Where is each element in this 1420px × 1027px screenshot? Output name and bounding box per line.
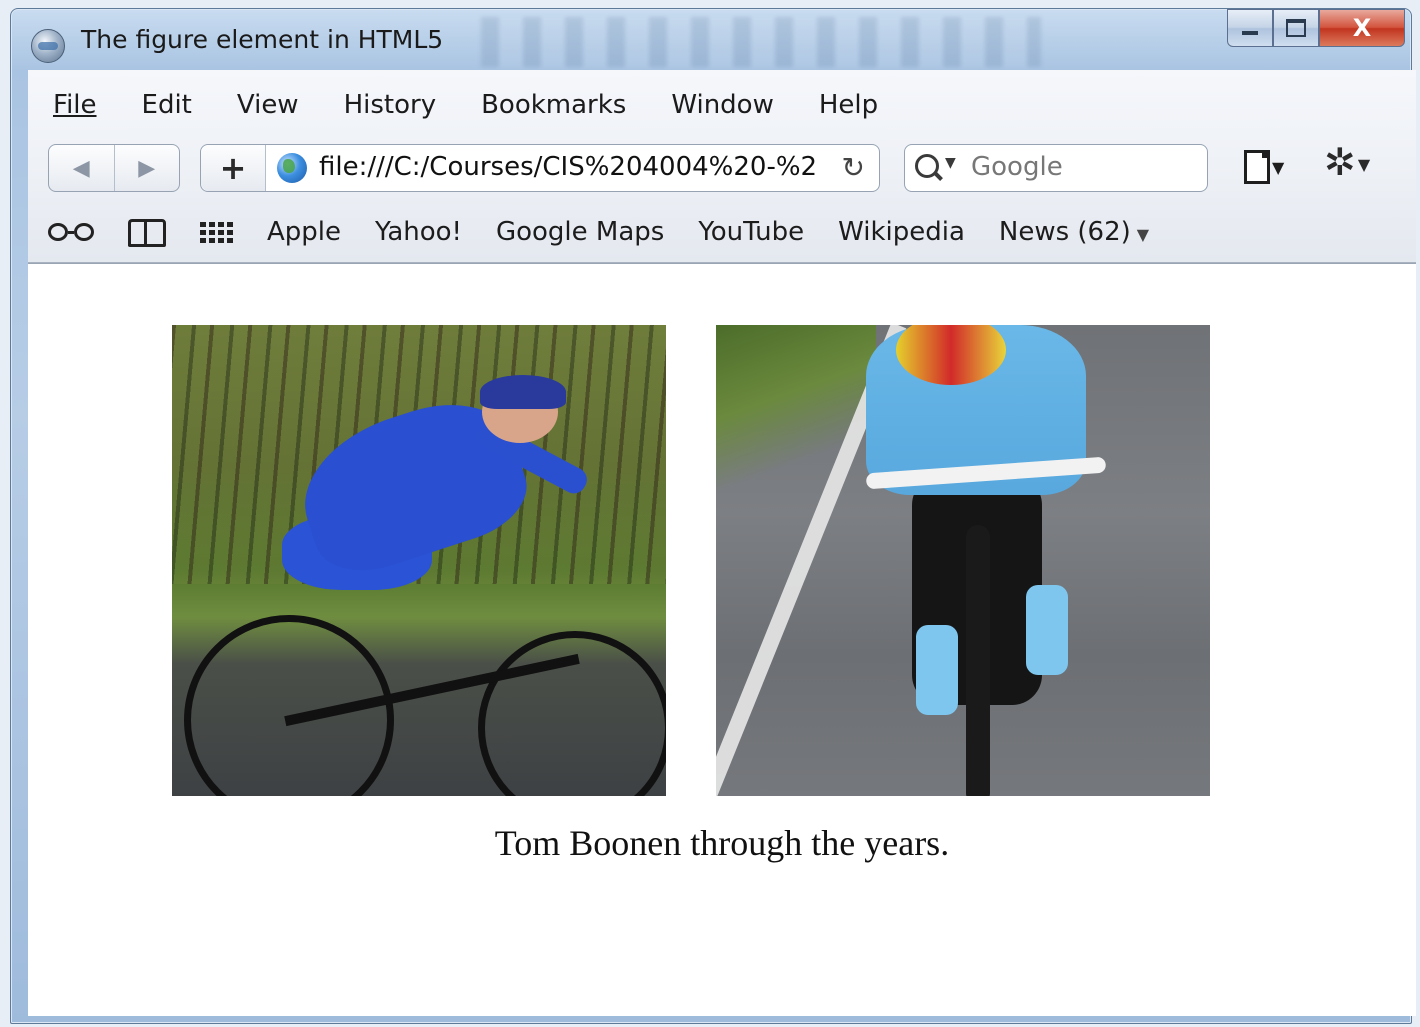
forward-button[interactable]: ▶ [113,145,180,191]
search-input[interactable] [969,151,1193,183]
menu-edit[interactable]: Edit [117,84,212,124]
globe-icon [277,153,307,183]
rider-shoe [916,625,958,715]
menu-window-label: Window [671,90,774,120]
menu-bookmarks[interactable]: Bookmarks [456,84,646,124]
page-icon [1244,150,1270,184]
gear-icon: ✲ [1324,140,1356,184]
chevron-down-icon: ▼ [1272,157,1285,177]
menu-help[interactable]: Help [794,84,898,124]
browser-toolbar-area: File Edit View History Bookmarks Window … [28,70,1416,263]
cyclist-photo-1 [172,325,666,796]
bookmark-news-label: News (62) [998,217,1131,247]
navigation-row: ◀ ▶ + file:///C:/Courses/CIS%204004%20-%… [48,140,1408,194]
title-bar[interactable]: The figure element in HTML5 X [11,9,1411,71]
menu-file[interactable]: File [28,84,117,124]
menu-file-label: File [53,90,97,120]
settings-menu-button[interactable]: ✲ ▼ [1324,140,1370,184]
window-title: The figure element in HTML5 [81,25,444,54]
search-engine-dropdown-icon[interactable]: ▼ [945,155,956,171]
maximize-icon [1286,19,1306,37]
bookmark-apple[interactable]: Apple [267,217,341,247]
bookmarks-bar: Apple Yahoo! Google Maps YouTube Wikiped… [48,210,1408,254]
back-button[interactable]: ◀ [49,145,114,191]
chevron-down-icon: ▼ [1136,225,1150,244]
window-controls: X [1227,9,1405,49]
reading-list-icon[interactable] [48,223,94,241]
url-text[interactable]: file:///C:/Courses/CIS%204004%20-%2 [319,152,829,182]
reload-icon: ↻ [841,151,865,184]
rider-shoe [1026,585,1068,675]
forward-arrow-icon: ▶ [138,155,156,181]
browser-app-icon [31,29,65,63]
bookmark-news[interactable]: News (62) ▼ [999,217,1149,247]
roadside-grass [716,325,876,505]
cyclist-photo-2 [716,325,1210,796]
back-arrow-icon: ◀ [72,155,90,181]
menu-window[interactable]: Window [646,84,794,124]
add-bookmark-button[interactable]: + [201,145,266,191]
chevron-down-icon: ▼ [1357,155,1371,174]
menu-history-label: History [343,90,437,120]
back-forward-group: ◀ ▶ [48,144,180,192]
bike-wheel [966,525,990,796]
address-bar[interactable]: + file:///C:/Courses/CIS%204004%20-%2 ↻ [200,144,880,192]
bookmark-yahoo[interactable]: Yahoo! [375,217,462,247]
top-sites-grid-icon[interactable] [200,221,233,243]
rider-helmet [480,375,566,409]
maximize-button[interactable] [1273,9,1319,47]
search-icon [915,154,939,178]
plus-icon: + [219,149,247,187]
figure-caption: Tom Boonen through the years. [494,823,950,863]
page-menu-button[interactable]: ▼ [1244,146,1284,184]
bookmark-google-maps[interactable]: Google Maps [496,217,664,247]
bookmark-youtube[interactable]: YouTube [698,217,804,247]
search-box[interactable]: ▼ [904,144,1208,192]
title-bar-background [481,17,1041,67]
menu-bar: File Edit View History Bookmarks Window … [28,84,898,124]
menu-help-label: Help [818,90,879,120]
menu-view[interactable]: View [212,84,319,124]
minimize-icon [1242,31,1258,35]
menu-edit-label: Edit [141,90,192,120]
menu-history[interactable]: History [319,84,457,124]
reload-button[interactable]: ↻ [842,151,865,184]
minimize-button[interactable] [1227,9,1273,47]
close-button[interactable]: X [1319,9,1405,47]
menu-view-label: View [236,90,299,120]
page-content: Tom Boonen through the years. [28,263,1416,1016]
bookmarks-icon[interactable] [128,219,166,247]
menu-bookmarks-label: Bookmarks [481,90,627,120]
bookmark-wikipedia[interactable]: Wikipedia [838,217,965,247]
